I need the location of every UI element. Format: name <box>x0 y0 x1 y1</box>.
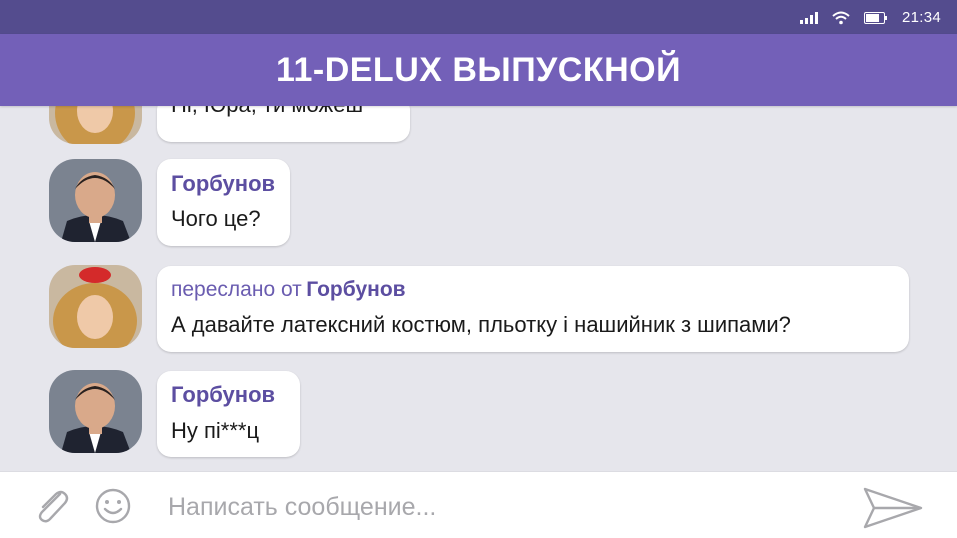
clock-time: 21:34 <box>901 9 941 26</box>
wifi-icon <box>832 11 850 25</box>
sender-name[interactable]: Горбунов <box>171 171 275 197</box>
forwarded-from-name[interactable]: Горбунов <box>306 278 405 301</box>
message-bubble[interactable]: Ні, Юра, ти можеш <box>157 106 410 142</box>
status-icons: 21:34 <box>799 9 941 26</box>
forwarded-label: переслано от <box>171 278 302 301</box>
female-avatar[interactable] <box>49 265 142 348</box>
battery-icon <box>863 11 888 24</box>
forwarded-message-bubble[interactable]: переслано от Горбунов А давайте латексни… <box>157 266 909 352</box>
signal-icon <box>799 11 818 24</box>
message-text: Ну пі***ц <box>171 418 260 443</box>
sender-name[interactable]: Горбунов <box>171 382 275 408</box>
message-text: А давайте латексний костюм, пльотку і на… <box>171 312 791 337</box>
female-avatar[interactable] <box>49 106 142 144</box>
message-text: Ні, Юра, ти можеш <box>171 106 363 118</box>
chat-title: 11-DELUX ВЫПУСКНОЙ <box>275 50 682 89</box>
message-composer <box>0 471 957 538</box>
male-avatar[interactable] <box>49 370 142 453</box>
send-icon[interactable] <box>862 485 924 536</box>
paperclip-icon[interactable] <box>32 488 72 529</box>
message-bubble[interactable]: Горбунов Ну пі***ц <box>157 371 300 457</box>
message-text: Чого це? <box>171 206 261 231</box>
message-input[interactable] <box>168 489 808 525</box>
forwarded-header: переслано от Горбунов <box>171 278 406 302</box>
chat-header[interactable]: 11-DELUX ВЫПУСКНОЙ <box>0 34 957 106</box>
smiley-icon[interactable] <box>94 487 132 530</box>
message-bubble[interactable]: Горбунов Чого це? <box>157 159 290 246</box>
male-avatar[interactable] <box>49 159 142 242</box>
message-list[interactable]: Ні, Юра, ти можеш Горбунов Чого це? пере… <box>0 106 957 471</box>
status-bar: 21:34 <box>0 0 957 34</box>
